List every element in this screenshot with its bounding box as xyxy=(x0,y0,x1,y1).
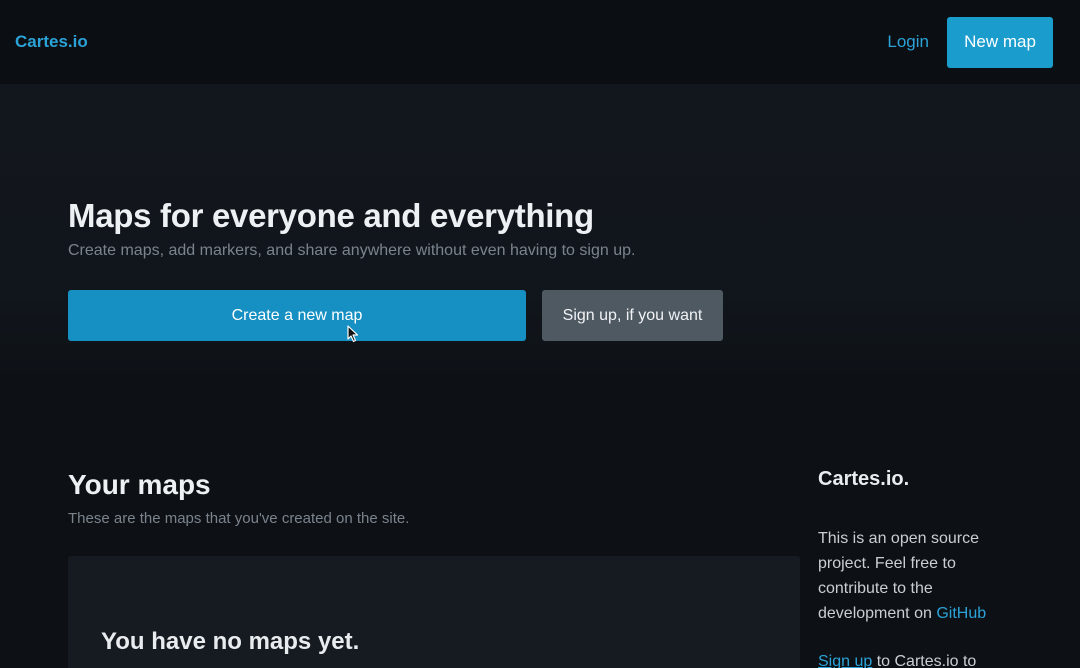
new-map-button[interactable]: New map xyxy=(947,16,1053,68)
top-navbar: Cartes.io Login New map xyxy=(0,0,1080,84)
navbar-actions: Login New map xyxy=(887,16,1053,68)
sign-up-button[interactable]: Sign up, if you want xyxy=(542,290,723,341)
signup-text: to Cartes.io to xyxy=(872,653,977,668)
login-link[interactable]: Login xyxy=(887,32,929,52)
mouse-cursor-icon xyxy=(347,325,359,343)
brand-logo-link[interactable]: Cartes.io xyxy=(15,32,88,52)
sidebar-title: Cartes.io. xyxy=(818,468,910,490)
create-new-map-button[interactable]: Create a new map xyxy=(68,290,526,341)
sidebar-about-text: This is an open source project. Feel fre… xyxy=(818,526,1018,626)
no-maps-message: You have no maps yet. xyxy=(101,628,360,655)
your-maps-title: Your maps xyxy=(68,469,211,500)
hero-subtitle: Create maps, add markers, and share anyw… xyxy=(68,242,636,259)
sidebar-signup-link[interactable]: Sign up xyxy=(818,653,872,668)
hero-title: Maps for everyone and everything xyxy=(68,197,594,234)
github-link[interactable]: GitHub xyxy=(936,605,986,622)
maps-list-card: You have no maps yet. xyxy=(68,556,800,668)
your-maps-subtitle: These are the maps that you've created o… xyxy=(68,510,410,527)
sidebar-signup-text: Sign up to Cartes.io to xyxy=(818,649,1018,668)
